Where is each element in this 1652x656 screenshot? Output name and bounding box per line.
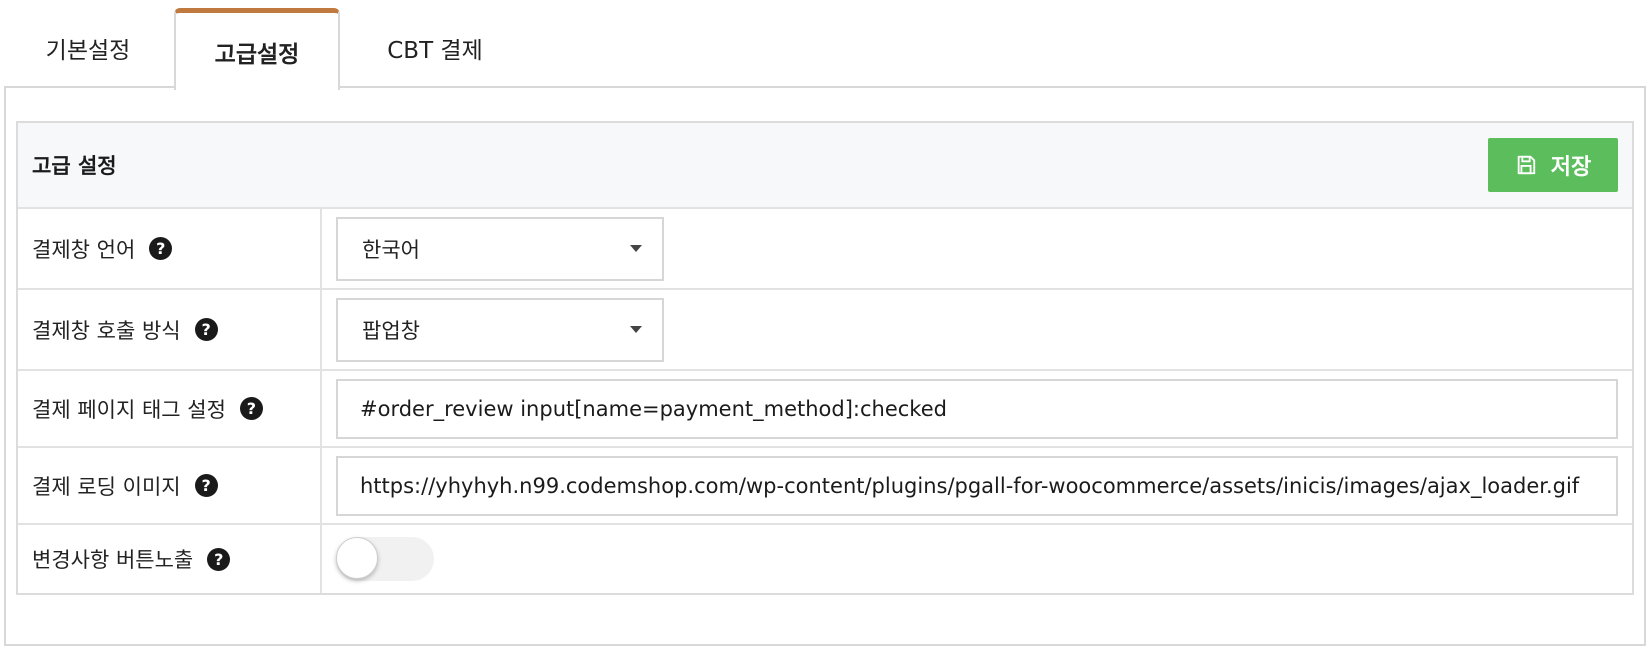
setting-label-cell: 결제창 언어 ? [18, 209, 322, 288]
floppy-disk-icon [1517, 155, 1535, 175]
setting-row-show-changes-button: 변경사항 버튼노출 ? [18, 525, 1632, 593]
setting-label: 결제창 호출 방식 [32, 318, 181, 343]
language-select-value: 한국어 [362, 237, 420, 262]
setting-value-cell: 한국어 [322, 209, 1632, 288]
call-method-select[interactable]: 팝업창 [336, 297, 664, 362]
setting-label-cell: 변경사항 버튼노출 ? [18, 525, 322, 593]
question-circle-icon[interactable]: ? [239, 397, 263, 420]
setting-value-cell: #order_review input[name=payment_method]… [322, 371, 1632, 446]
tab-advanced-settings[interactable]: 고급설정 [174, 8, 340, 90]
save-button-label: 저장 [1550, 155, 1592, 180]
setting-label: 결제창 언어 [32, 237, 136, 262]
setting-value-cell: https://yhyhyh.n99.codemshop.com/wp-cont… [322, 448, 1632, 523]
tab-basic-settings[interactable]: 기본설정 [18, 8, 158, 88]
setting-row-language: 결제창 언어 ? 한국어 [18, 209, 1632, 290]
settings-table: 고급 설정 저장 결제창 언어 ? 한국어 결제창 호출 방식 ? 팝업창 결제… [16, 121, 1634, 595]
page-tag-input[interactable]: #order_review input[name=payment_method]… [336, 378, 1618, 439]
section-title: 고급 설정 [32, 154, 117, 178]
toggle-knob [336, 537, 378, 579]
setting-row-call-method: 결제창 호출 방식 ? 팝업창 [18, 290, 1632, 371]
question-circle-icon[interactable]: ? [194, 318, 218, 341]
caret-down-icon [630, 326, 642, 333]
setting-label-cell: 결제 페이지 태그 설정 ? [18, 371, 322, 446]
setting-label: 결제 페이지 태그 설정 [32, 397, 226, 422]
setting-label: 변경사항 버튼노출 [32, 548, 194, 572]
setting-label: 결제 로딩 이미지 [32, 474, 181, 499]
question-circle-icon[interactable]: ? [194, 474, 218, 497]
loading-image-input[interactable]: https://yhyhyh.n99.codemshop.com/wp-cont… [336, 455, 1618, 516]
save-button[interactable]: 저장 [1488, 138, 1618, 192]
section-header: 고급 설정 저장 [18, 123, 1632, 209]
show-changes-toggle[interactable] [336, 537, 434, 581]
setting-label-cell: 결제 로딩 이미지 ? [18, 448, 322, 523]
language-select[interactable]: 한국어 [336, 216, 664, 281]
setting-row-page-tag: 결제 페이지 태그 설정 ? #order_review input[name=… [18, 371, 1632, 448]
tab-bar: 기본설정 고급설정 CBT 결제 [0, 0, 1652, 90]
setting-value-cell [322, 525, 1632, 593]
call-method-select-value: 팝업창 [362, 318, 420, 343]
question-circle-icon[interactable]: ? [207, 547, 231, 571]
caret-down-icon [630, 245, 642, 252]
setting-row-loading-image: 결제 로딩 이미지 ? https://yhyhyh.n99.codemshop… [18, 448, 1632, 525]
tab-cbt-payment[interactable]: CBT 결제 [360, 8, 510, 88]
setting-value-cell: 팝업창 [322, 290, 1632, 369]
setting-label-cell: 결제창 호출 방식 ? [18, 290, 322, 369]
question-circle-icon[interactable]: ? [149, 237, 173, 260]
